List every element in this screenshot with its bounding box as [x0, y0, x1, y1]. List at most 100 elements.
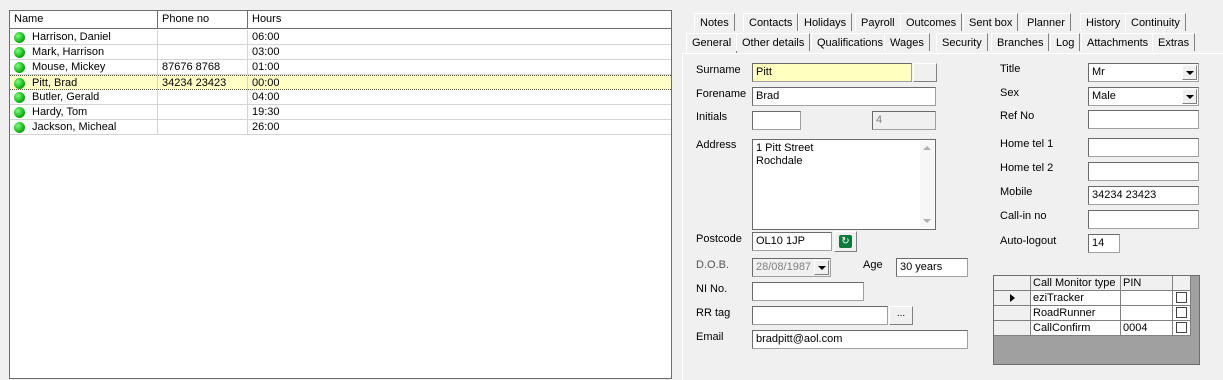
cm-type-cell[interactable]: RoadRunner	[1031, 306, 1121, 321]
phone-cell[interactable]	[158, 30, 248, 44]
tab-sent-box[interactable]: Sent box	[963, 13, 1019, 31]
sex-select[interactable]: Male	[1088, 87, 1199, 106]
postcode-lookup-button[interactable]: ↻	[834, 231, 857, 252]
cm-checkbox[interactable]	[1176, 292, 1187, 303]
name-cell[interactable]: Jackson, Micheal	[10, 120, 158, 134]
hours-cell[interactable]: 04:00	[248, 90, 671, 104]
cm-checkbox[interactable]	[1176, 307, 1187, 318]
title-dropdown-icon[interactable]	[1182, 65, 1197, 80]
tab-wages[interactable]: Wages	[884, 33, 930, 51]
tab-outcomes[interactable]: Outcomes	[900, 13, 963, 31]
cm-type-cell[interactable]: eziTracker	[1031, 291, 1121, 306]
name-cell[interactable]: Hardy, Tom	[10, 105, 158, 119]
cm-check-cell[interactable]	[1173, 321, 1191, 336]
cm-type-cell[interactable]: CallConfirm	[1031, 321, 1121, 336]
cm-pin-cell[interactable]: 0004	[1121, 321, 1173, 336]
table-row[interactable]: Hardy, Tom 19:30	[10, 105, 671, 120]
postcode-field[interactable]: OL10 1JP	[752, 232, 832, 251]
email-label: Email	[696, 331, 724, 343]
address-scrollbar[interactable]	[920, 141, 934, 228]
table-row[interactable]: Butler, Gerald 04:00	[10, 90, 671, 105]
tab-log[interactable]: Log	[1050, 33, 1081, 51]
cm-checkbox[interactable]	[1176, 322, 1187, 333]
name-cell[interactable]: Mark, Harrison	[10, 45, 158, 59]
status-icon	[14, 62, 25, 73]
table-row[interactable]: Mouse, Mickey 87676 8768 01:00	[10, 60, 671, 75]
phone-cell[interactable]: 34234 23423	[158, 76, 248, 90]
name-cell[interactable]: Mouse, Mickey	[10, 60, 158, 74]
hours-cell[interactable]: 26:00	[248, 120, 671, 134]
tab-security[interactable]: Security	[936, 33, 988, 51]
table-row[interactable]: Jackson, Micheal 26:00	[10, 120, 671, 135]
forename-field[interactable]: Brad	[752, 87, 936, 106]
cm-row-indicator[interactable]	[994, 291, 1031, 306]
table-row[interactable]: Mark, Harrison 03:00	[10, 45, 671, 60]
hometel1-field[interactable]	[1088, 138, 1199, 157]
initials-count-field: 4	[872, 111, 936, 130]
cm-check-cell[interactable]	[1173, 291, 1191, 306]
rrtag-browse-button[interactable]: ...	[889, 306, 913, 325]
tab-notes[interactable]: Notes	[694, 13, 735, 31]
call-monitor-grid[interactable]: Call Monitor type PIN eziTracker RoadRunn…	[993, 275, 1200, 365]
name-cell[interactable]: Harrison, Daniel	[10, 30, 158, 44]
name-text: Hardy, Tom	[32, 106, 88, 118]
scroll-down-icon[interactable]	[923, 219, 931, 223]
tab-holidays[interactable]: Holidays	[798, 13, 853, 31]
dob-field: 28/08/1987	[752, 258, 831, 277]
scroll-up-icon[interactable]	[923, 146, 931, 150]
hometel2-field[interactable]	[1088, 162, 1199, 181]
staff-grid[interactable]: Name Phone no Hours Harrison, Daniel 06:0…	[9, 10, 672, 379]
tab-planner[interactable]: Planner	[1021, 13, 1071, 31]
surname-field[interactable]: Pitt	[752, 63, 912, 82]
cm-pin-cell[interactable]	[1121, 306, 1173, 321]
name-cell[interactable]: Butler, Gerald	[10, 90, 158, 104]
phone-cell[interactable]	[158, 105, 248, 119]
ni-field[interactable]	[752, 282, 864, 301]
cm-header-pin[interactable]: PIN	[1121, 276, 1173, 291]
initials-field[interactable]	[752, 111, 801, 130]
tab-other-details[interactable]: Other details	[736, 33, 811, 51]
cm-header-type[interactable]: Call Monitor type	[1031, 276, 1121, 291]
name-cell[interactable]: Pitt, Brad	[10, 76, 158, 90]
column-header-hours[interactable]: Hours	[248, 11, 671, 28]
address-textarea[interactable]: 1 Pitt Street Rochdale	[752, 139, 936, 230]
mobile-field[interactable]: 34234 23423	[1088, 186, 1199, 205]
tab-branches[interactable]: Branches	[991, 33, 1050, 51]
callin-field[interactable]	[1088, 210, 1199, 229]
tab-general[interactable]: General	[686, 33, 738, 54]
title-select[interactable]: Mr	[1088, 63, 1199, 82]
email-field[interactable]: bradpitt@aol.com	[752, 330, 968, 349]
grid-header: Name Phone no Hours	[10, 11, 671, 29]
cm-pin-cell[interactable]	[1121, 291, 1173, 306]
tab-qualifications[interactable]: Qualifications	[811, 33, 890, 51]
cm-header-check	[1173, 276, 1191, 291]
refno-field[interactable]	[1088, 110, 1199, 129]
sex-dropdown-icon[interactable]	[1182, 89, 1197, 104]
tab-extras[interactable]: Extras	[1152, 33, 1196, 51]
mobile-label: Mobile	[1000, 186, 1033, 198]
phone-cell[interactable]	[158, 120, 248, 134]
tab-attachments[interactable]: Attachments	[1081, 33, 1155, 51]
rrtag-field[interactable]	[752, 306, 888, 325]
tab-contacts[interactable]: Contacts	[743, 13, 799, 31]
cm-row-indicator[interactable]	[994, 321, 1031, 336]
cm-check-cell[interactable]	[1173, 306, 1191, 321]
hours-cell[interactable]: 00:00	[248, 76, 671, 90]
tab-payroll[interactable]: Payroll	[855, 13, 901, 31]
surname-side-button[interactable]	[913, 63, 937, 82]
tab-history[interactable]: History	[1080, 13, 1127, 31]
phone-cell[interactable]	[158, 45, 248, 59]
hours-cell[interactable]: 01:00	[248, 60, 671, 74]
phone-cell[interactable]	[158, 90, 248, 104]
hours-cell[interactable]: 03:00	[248, 45, 671, 59]
table-row[interactable]: Harrison, Daniel 06:00	[10, 30, 671, 45]
phone-cell[interactable]: 87676 8768	[158, 60, 248, 74]
hours-cell[interactable]: 06:00	[248, 30, 671, 44]
column-header-name[interactable]: Name	[10, 11, 158, 28]
autologout-field[interactable]: 14	[1088, 234, 1120, 253]
cm-row-indicator[interactable]	[994, 306, 1031, 321]
table-row[interactable]: Pitt, Brad 34234 23423 00:00	[10, 75, 671, 90]
hours-cell[interactable]: 19:30	[248, 105, 671, 119]
tab-continuity[interactable]: Continuity	[1125, 13, 1186, 31]
column-header-phone[interactable]: Phone no	[158, 11, 248, 28]
